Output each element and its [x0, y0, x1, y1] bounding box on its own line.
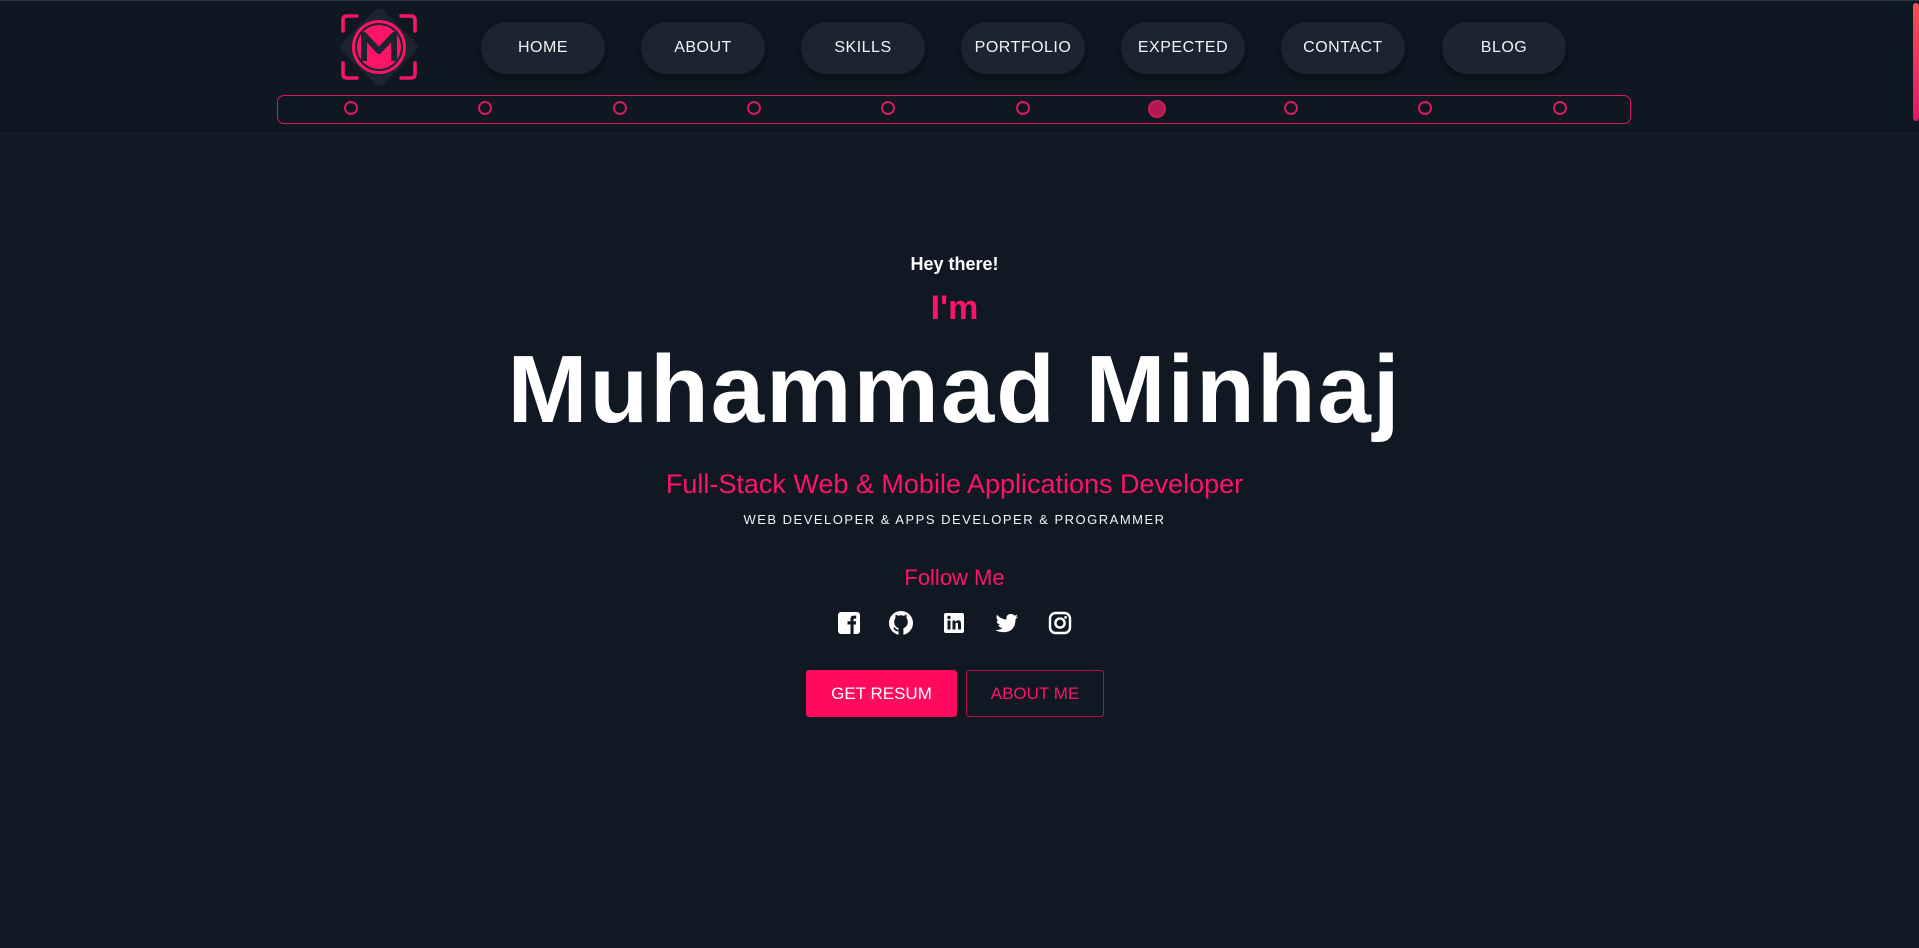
facebook-icon[interactable] [836, 610, 862, 636]
section-dot[interactable] [612, 101, 627, 115]
hero-name: Muhammad Minhaj [507, 336, 1402, 443]
page: HOME ABOUT SKILLS PORTFOLIO EXPECTED CON… [0, 0, 1919, 948]
nav-expected-button[interactable]: EXPECTED [1121, 22, 1245, 74]
nav-skills-button[interactable]: SKILLS [801, 22, 925, 74]
mm-monogram-logo-icon[interactable] [333, 7, 425, 93]
about-me-button[interactable]: ABOUT ME [966, 670, 1104, 717]
instagram-icon[interactable] [1047, 610, 1073, 636]
section-dot[interactable] [344, 101, 358, 115]
twitter-icon[interactable] [994, 610, 1020, 636]
nav-portfolio-button[interactable]: PORTFOLIO [961, 22, 1085, 74]
get-resume-button[interactable]: GET RESUM [806, 670, 957, 717]
hero-role: Full-Stack Web & Mobile Applications Dev… [665, 469, 1244, 499]
nav-home-button[interactable]: HOME [481, 22, 605, 74]
hero-intro: I'm [930, 289, 979, 327]
site-header: HOME ABOUT SKILLS PORTFOLIO EXPECTED CON… [0, 1, 1919, 134]
section-dot[interactable] [1015, 101, 1030, 115]
nav-about-button[interactable]: ABOUT [641, 22, 765, 74]
github-icon[interactable] [888, 610, 914, 636]
hero-greeting: Hey there! [910, 254, 999, 274]
nav-blog-button[interactable]: BLOG [1442, 22, 1566, 74]
section-dot[interactable] [746, 101, 761, 115]
section-dot[interactable] [1552, 101, 1567, 115]
linkedin-icon[interactable] [941, 610, 967, 636]
nav-contact-button[interactable]: CONTACT [1281, 22, 1405, 74]
hero-subrole: WEB DEVELOPER & APPS DEVELOPER & PROGRAM… [743, 512, 1166, 527]
section-dot[interactable] [1284, 101, 1299, 115]
follow-me-label: Follow Me [904, 565, 1005, 590]
section-dot[interactable] [1147, 100, 1166, 118]
scrollbar-thumb[interactable] [1913, 3, 1919, 121]
